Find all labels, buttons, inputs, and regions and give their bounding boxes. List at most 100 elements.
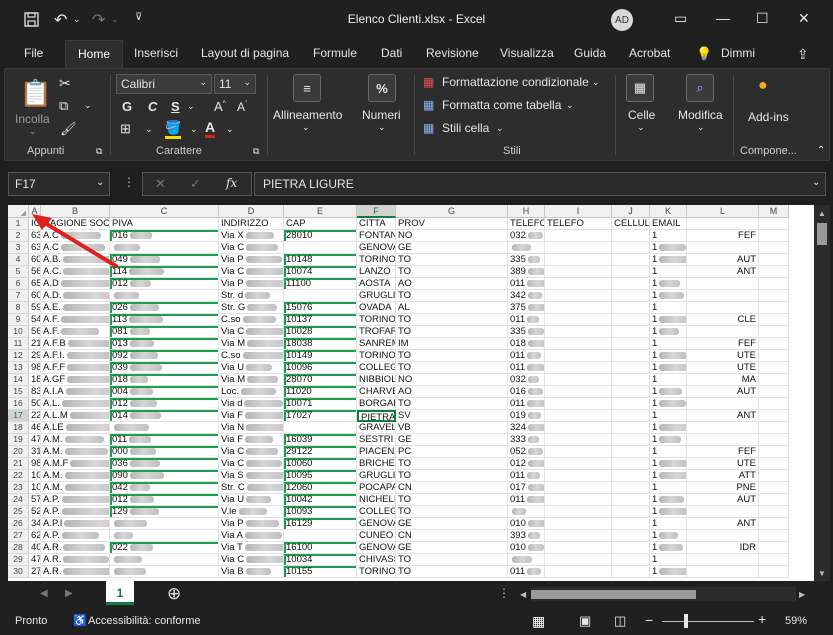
table-cell[interactable] — [545, 350, 612, 362]
table-cell[interactable]: A.R. — [41, 542, 110, 554]
table-cell[interactable]: 6501 — [29, 278, 41, 290]
share-icon[interactable]: ⇪ — [797, 46, 809, 63]
table-cell[interactable]: Via C — [219, 554, 284, 566]
hscroll-right-icon[interactable]: ▶ — [799, 590, 805, 599]
fill-color-icon[interactable]: 🪣 — [165, 120, 182, 139]
table-cell[interactable]: 1 — [650, 410, 687, 422]
table-cell[interactable]: 1 — [650, 242, 687, 254]
table-cell[interactable] — [612, 530, 650, 542]
paste-dropdown-icon[interactable]: ⌄ — [29, 126, 37, 137]
table-cell[interactable] — [110, 290, 219, 302]
table-cell[interactable]: Via M — [219, 338, 284, 350]
table-cell[interactable]: TO — [396, 566, 508, 578]
table-cell[interactable] — [759, 410, 789, 422]
table-cell[interactable]: 393 — [508, 530, 545, 542]
table-cell[interactable]: A.F.F — [41, 362, 110, 374]
table-cell[interactable] — [612, 470, 650, 482]
table-cell[interactable]: FONTANETO D'AGOGNA — [357, 230, 396, 242]
table-cell[interactable] — [545, 422, 612, 434]
table-cell[interactable] — [612, 386, 650, 398]
row-header-4[interactable]: 4 — [8, 254, 29, 266]
table-cell[interactable]: AO — [396, 386, 508, 398]
table-cell[interactable]: TO — [396, 458, 508, 470]
table-cell[interactable]: 5967 — [29, 302, 41, 314]
bold-button[interactable]: G — [122, 99, 132, 114]
table-cell[interactable]: 018 — [110, 374, 219, 386]
header-cell[interactable] — [759, 218, 789, 230]
table-cell[interactable]: 1 — [650, 434, 687, 446]
table-cell[interactable]: TORINO — [357, 350, 396, 362]
row-header-3[interactable]: 3 — [8, 242, 29, 254]
row-header-17[interactable]: 17 — [8, 410, 29, 422]
table-cell[interactable]: 375 — [508, 302, 545, 314]
table-cell[interactable]: Via M — [219, 374, 284, 386]
table-cell[interactable]: GRUGLIASCO — [357, 470, 396, 482]
edit-dropdown-icon[interactable]: ⌄ — [697, 122, 705, 133]
scroll-down-icon[interactable]: ▼ — [818, 569, 826, 578]
header-cell[interactable]: TELEFO — [545, 218, 612, 230]
minimize-icon[interactable]: — — [716, 10, 730, 26]
table-cell[interactable]: CN — [396, 530, 508, 542]
table-cell[interactable] — [612, 362, 650, 374]
table-cell[interactable]: AOSTA — [357, 278, 396, 290]
table-cell[interactable]: MA — [687, 374, 759, 386]
cells-button[interactable]: Celle — [628, 108, 655, 122]
table-cell[interactable]: A.P. — [41, 530, 110, 542]
table-cell[interactable]: PIACENZA — [357, 446, 396, 458]
column-header-e[interactable]: E — [284, 205, 357, 218]
table-cell[interactable] — [612, 566, 650, 578]
table-cell[interactable]: SV — [396, 410, 508, 422]
table-cell[interactable]: FEF — [687, 230, 759, 242]
cells-icon[interactable]: ▦ — [626, 74, 654, 102]
name-box[interactable]: F17 — [8, 172, 110, 196]
table-cell[interactable] — [545, 242, 612, 254]
column-header-g[interactable]: G — [396, 205, 508, 218]
table-cell[interactable]: 090 — [110, 470, 219, 482]
table-cell[interactable]: 10096 — [284, 362, 357, 374]
table-cell[interactable] — [759, 326, 789, 338]
table-cell[interactable]: 342 — [508, 290, 545, 302]
table-cell[interactable]: 1 — [650, 326, 687, 338]
table-cell[interactable] — [759, 266, 789, 278]
table-cell[interactable]: 11020 — [284, 386, 357, 398]
table-cell[interactable]: 4732 — [29, 434, 41, 446]
table-cell[interactable]: A.P.I — [41, 518, 110, 530]
more-sheets-icon[interactable]: ⋮ — [498, 586, 510, 600]
table-cell[interactable]: 114 — [110, 266, 219, 278]
row-header-12[interactable]: 12 — [8, 350, 29, 362]
table-cell[interactable] — [612, 266, 650, 278]
table-cell[interactable] — [759, 446, 789, 458]
table-cell[interactable]: TO — [396, 470, 508, 482]
table-cell[interactable] — [612, 554, 650, 566]
table-cell[interactable]: GENOVA — [357, 242, 396, 254]
table-cell[interactable]: Via B — [219, 566, 284, 578]
table-cell[interactable] — [687, 326, 759, 338]
table-cell[interactable]: SANREMO — [357, 338, 396, 350]
table-cell[interactable]: A.R. — [41, 566, 110, 578]
table-cell[interactable]: 2240 — [29, 410, 41, 422]
table-cell[interactable] — [545, 506, 612, 518]
table-cell[interactable]: 18038 — [284, 338, 357, 350]
table-cell[interactable] — [545, 494, 612, 506]
table-cell[interactable]: AUT — [687, 254, 759, 266]
table-cell[interactable] — [687, 278, 759, 290]
table-cell[interactable] — [545, 254, 612, 266]
table-cell[interactable]: 29122 — [284, 446, 357, 458]
table-cell[interactable]: 16100 — [284, 542, 357, 554]
table-cell[interactable]: ATT — [687, 470, 759, 482]
active-cell[interactable]: PIETRA LIGURE — [357, 410, 396, 422]
table-cell[interactable]: 032 — [508, 230, 545, 242]
table-cell[interactable]: 1 — [650, 398, 687, 410]
table-cell[interactable]: 3496 — [29, 518, 41, 530]
tab-home[interactable]: Home — [65, 40, 124, 68]
table-cell[interactable] — [759, 242, 789, 254]
column-header-j[interactable]: J — [612, 205, 650, 218]
table-cell[interactable]: 129 — [110, 506, 219, 518]
table-cell[interactable] — [508, 554, 545, 566]
table-cell[interactable]: Via U — [219, 494, 284, 506]
table-cell[interactable] — [759, 278, 789, 290]
table-cell[interactable] — [612, 230, 650, 242]
vertical-scrollbar[interactable]: ▲ ▼ — [814, 205, 830, 581]
table-cell[interactable]: A.M.F — [41, 458, 110, 470]
table-cell[interactable]: 10137 — [284, 314, 357, 326]
